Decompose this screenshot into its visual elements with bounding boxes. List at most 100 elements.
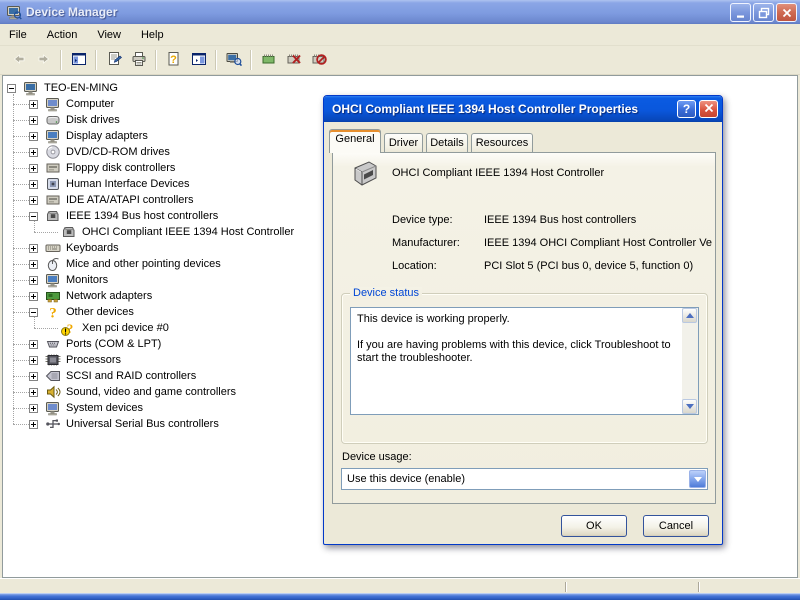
cpu-icon <box>45 352 61 368</box>
collapse-icon[interactable] <box>29 212 38 221</box>
status-line-spacer <box>357 326 678 339</box>
tree-item-universal-serial-bus-controllers[interactable]: Universal Serial Bus controllers <box>29 416 221 432</box>
scroll-up-button[interactable] <box>682 308 697 323</box>
arrow-right-icon <box>36 51 52 70</box>
toolbar-show-console-tree-button[interactable] <box>67 49 90 72</box>
tree-item-ports-com-lpt[interactable]: Ports (COM & LPT) <box>29 336 163 352</box>
toolbar-scan-for-hardware-changes-button[interactable] <box>222 49 245 72</box>
expand-icon[interactable] <box>29 148 38 157</box>
tree-item-monitors[interactable]: Monitors <box>29 272 110 288</box>
collapse-icon[interactable] <box>7 84 16 93</box>
ieee1394-icon <box>45 208 61 224</box>
tree-item-mice-and-other-pointing-devices[interactable]: Mice and other pointing devices <box>29 256 223 272</box>
tree-item-label: Computer <box>64 98 116 110</box>
toolbar-properties-button[interactable] <box>102 49 125 72</box>
menu-help[interactable]: Help <box>131 26 174 44</box>
tab-resources[interactable]: Resources <box>471 133 533 153</box>
taskbar-edge[interactable] <box>0 593 800 600</box>
expand-icon[interactable] <box>29 340 38 349</box>
tree-item-sound-video-and-game-controllers[interactable]: Sound, video and game controllers <box>29 384 238 400</box>
tree-item-ide-ata-atapi-controllers[interactable]: IDE ATA/ATAPI controllers <box>29 192 196 208</box>
tree-connector <box>13 94 14 424</box>
expand-icon[interactable] <box>29 260 38 269</box>
tree-item-ohci-compliant-ieee-1394-host-controller[interactable]: OHCI Compliant IEEE 1394 Host Controller <box>61 224 296 240</box>
device-usage-combobox[interactable]: Use this device (enable) <box>341 468 708 490</box>
menu-file[interactable]: File <box>0 26 37 44</box>
tab-general[interactable]: General <box>329 129 381 153</box>
ok-button[interactable]: OK <box>561 515 627 537</box>
combo-dropdown-button[interactable] <box>689 470 706 488</box>
manufacturer-label: Manufacturer: <box>392 237 460 249</box>
expand-icon[interactable] <box>29 292 38 301</box>
collapse-icon[interactable] <box>29 308 38 317</box>
expand-icon[interactable] <box>29 372 38 381</box>
toolbar-help-button[interactable]: ? <box>162 49 185 72</box>
device-status-text[interactable]: This device is working properly. If you … <box>350 307 683 415</box>
menu-view[interactable]: View <box>87 26 131 44</box>
expand-icon[interactable] <box>29 132 38 141</box>
tree-item-computer[interactable]: Computer <box>29 96 116 112</box>
toolbar-separator <box>95 50 97 70</box>
tree-item-system-devices[interactable]: System devices <box>29 400 145 416</box>
expand-icon[interactable] <box>29 196 38 205</box>
status-scrollbar[interactable] <box>682 307 699 415</box>
close-button[interactable] <box>776 3 797 22</box>
tree-connector <box>13 296 29 297</box>
tree-item-keyboards[interactable]: Keyboards <box>29 240 121 256</box>
tree-item-human-interface-devices[interactable]: Human Interface Devices <box>29 176 192 192</box>
card-icon <box>45 160 61 176</box>
expand-icon[interactable] <box>29 244 38 253</box>
tree-item-processors[interactable]: Processors <box>29 352 123 368</box>
toolbar-separator <box>250 50 252 70</box>
hid-icon <box>45 176 61 192</box>
toolbar-show-action-pane-button[interactable] <box>187 49 210 72</box>
tree-item-teo-en-ming[interactable]: TEO-EN-MING <box>7 80 120 96</box>
location-label: Location: <box>392 260 437 272</box>
tree-item-dvd-cd-rom-drives[interactable]: DVD/CD-ROM drives <box>29 144 172 160</box>
tree-connector <box>13 184 29 185</box>
chip-green-icon <box>261 51 277 70</box>
expand-icon[interactable] <box>29 356 38 365</box>
toolbar-update-driver-button[interactable] <box>257 49 280 72</box>
restore-button[interactable] <box>753 3 774 22</box>
display-icon <box>45 128 61 144</box>
expand-icon[interactable] <box>29 276 38 285</box>
toolbar-back-button <box>7 49 30 72</box>
dialog-help-button[interactable]: ? <box>677 100 696 118</box>
system-icon <box>45 96 61 112</box>
tree-connector <box>34 221 35 232</box>
scroll-down-button[interactable] <box>682 399 697 414</box>
dialog-close-button[interactable] <box>699 100 718 118</box>
expand-icon[interactable] <box>29 388 38 397</box>
tree-connector <box>13 344 29 345</box>
toolbar-print-button[interactable] <box>127 49 150 72</box>
sound-icon <box>45 384 61 400</box>
toolbar-disable-button[interactable] <box>307 49 330 72</box>
expand-icon[interactable] <box>29 420 38 429</box>
tree-item-ieee-1394-bus-host-controllers[interactable]: IEEE 1394 Bus host controllers <box>29 208 220 224</box>
expand-icon[interactable] <box>29 404 38 413</box>
toolbar-uninstall-button[interactable] <box>282 49 305 72</box>
window-title: Device Manager <box>26 5 117 19</box>
cancel-button[interactable]: Cancel <box>643 515 709 537</box>
tree-item-network-adapters[interactable]: Network adapters <box>29 288 154 304</box>
tree-item-other-devices[interactable]: ?Other devices <box>29 304 136 320</box>
usb-icon <box>45 416 61 432</box>
expand-icon[interactable] <box>29 180 38 189</box>
tab-driver[interactable]: Driver <box>384 133 423 153</box>
menu-action[interactable]: Action <box>37 26 88 44</box>
tree-item-scsi-and-raid-controllers[interactable]: SCSI and RAID controllers <box>29 368 198 384</box>
tree-item-xen-pci-device-0[interactable]: ?!Xen pci device #0 <box>61 320 171 336</box>
tab-details[interactable]: Details <box>426 133 468 153</box>
restore-icon <box>758 7 770 19</box>
expand-icon[interactable] <box>29 100 38 109</box>
arrow-left-icon <box>11 51 27 70</box>
ieee1394-device-icon <box>348 158 382 190</box>
tree-item-disk-drives[interactable]: Disk drives <box>29 112 122 128</box>
tree-item-display-adapters[interactable]: Display adapters <box>29 128 150 144</box>
tree-item-floppy-disk-controllers[interactable]: Floppy disk controllers <box>29 160 177 176</box>
minimize-button[interactable] <box>730 3 751 22</box>
expand-icon[interactable] <box>29 164 38 173</box>
device-type-label: Device type: <box>392 214 453 226</box>
expand-icon[interactable] <box>29 116 38 125</box>
